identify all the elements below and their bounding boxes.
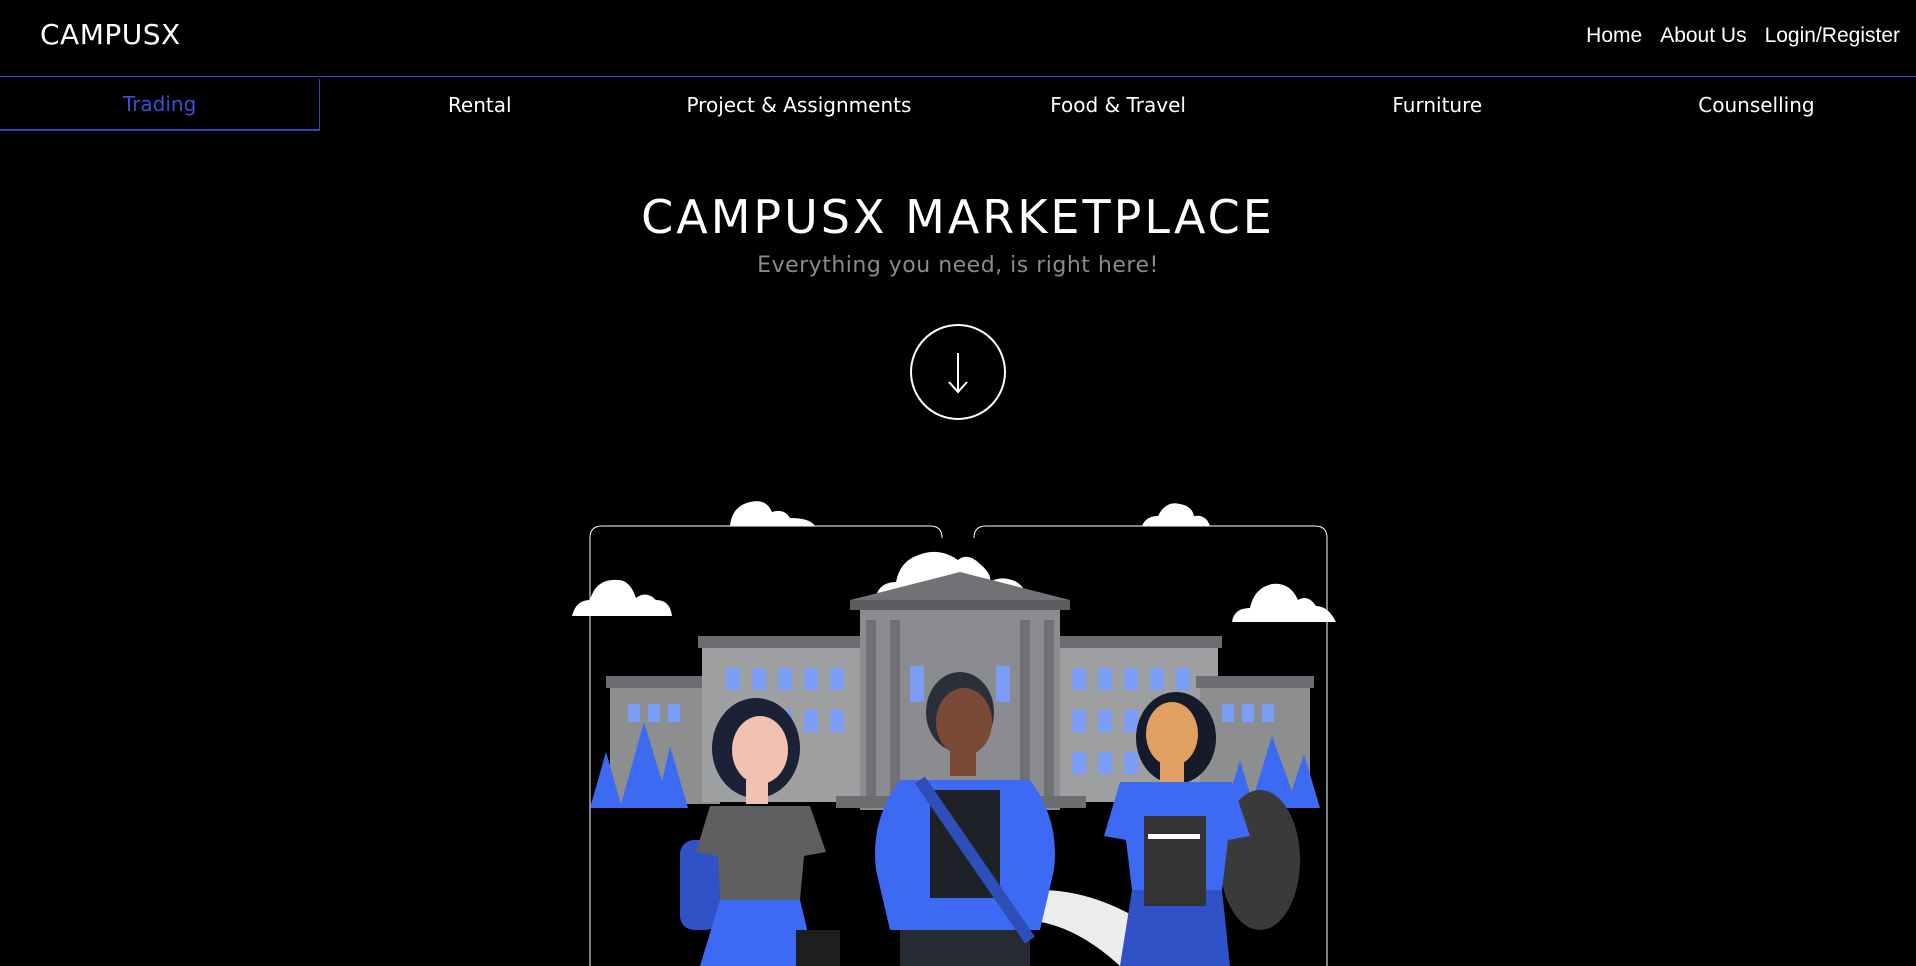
nav-home-link[interactable]: Home — [1586, 24, 1642, 48]
scroll-down-button[interactable] — [910, 324, 1006, 420]
nav-login-register-link[interactable]: Login/Register — [1765, 24, 1900, 48]
tab-food-travel[interactable]: Food & Travel — [959, 79, 1278, 131]
tab-rental[interactable]: Rental — [320, 79, 639, 131]
tab-furniture[interactable]: Furniture — [1278, 79, 1597, 131]
arrow-down-icon — [948, 353, 968, 394]
category-tabs: Trading Rental Project & Assignments Foo… — [0, 79, 1916, 131]
page-title: CAMPUSX MARKETPLACE — [641, 190, 1275, 244]
tab-trading[interactable]: Trading — [0, 79, 321, 131]
nav-about-link[interactable]: About Us — [1660, 24, 1746, 48]
brand-logo[interactable]: CAMPUSX — [40, 18, 181, 51]
top-nav: Home About Us Login/Register — [1586, 24, 1900, 48]
page-subtitle: Everything you need, is right here! — [757, 253, 1159, 278]
tab-counselling[interactable]: Counselling — [1597, 79, 1916, 131]
tab-project-assignments[interactable]: Project & Assignments — [639, 79, 958, 131]
top-bar: CAMPUSX Home About Us Login/Register — [0, 0, 1916, 77]
campus-students-illustration — [572, 501, 1336, 966]
